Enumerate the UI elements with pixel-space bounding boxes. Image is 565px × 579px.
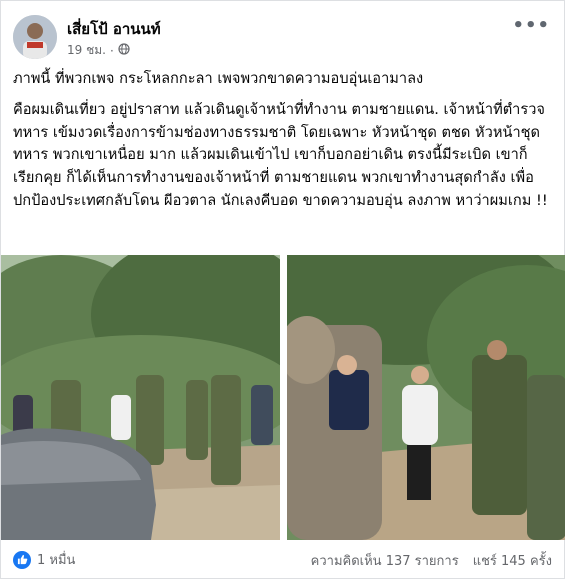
facebook-post: เสี่ยโป้ อานนท์ 19 ชม. · ••• ภาพนี้ ที่พ… xyxy=(0,0,565,579)
post-meta: 19 ชม. · xyxy=(67,41,130,60)
post-photos xyxy=(1,255,565,540)
post-paragraph-1: ภาพนี้ ที่พวกเพจ กระโหลกกะลา เพจพวกขาดคว… xyxy=(13,70,424,87)
post-stats: ความคิดเห็น 137 รายการ แชร์ 145 ครั้ง xyxy=(311,550,552,571)
comment-count[interactable]: ความคิดเห็น 137 รายการ xyxy=(311,550,459,571)
share-count[interactable]: แชร์ 145 ครั้ง xyxy=(473,550,552,571)
like-count[interactable]: 1 หมื่น xyxy=(37,549,75,570)
globe-icon xyxy=(118,43,130,58)
post-header: เสี่ยโป้ อานนท์ 19 ชม. · ••• xyxy=(13,13,552,61)
more-options-icon[interactable]: ••• xyxy=(512,15,550,36)
avatar[interactable] xyxy=(13,15,57,59)
photo-left[interactable] xyxy=(1,255,280,540)
post-text: ภาพนี้ ที่พวกเพจ กระโหลกกะลา เพจพวกขาดคว… xyxy=(13,68,553,221)
like-icon xyxy=(13,550,31,569)
post-footer: 1 หมื่น ความคิดเห็น 137 รายการ แชร์ 145 … xyxy=(13,543,552,575)
post-time[interactable]: 19 ชม. xyxy=(67,41,106,60)
author-name[interactable]: เสี่ยโป้ อานนท์ xyxy=(67,17,161,41)
post-paragraph-2: คือผมเดินเที่ยว อยู่ปราสาท แล้วเดินดูเจ้… xyxy=(13,100,548,209)
photo-right[interactable] xyxy=(287,255,565,540)
reactions[interactable]: 1 หมื่น xyxy=(13,549,75,570)
